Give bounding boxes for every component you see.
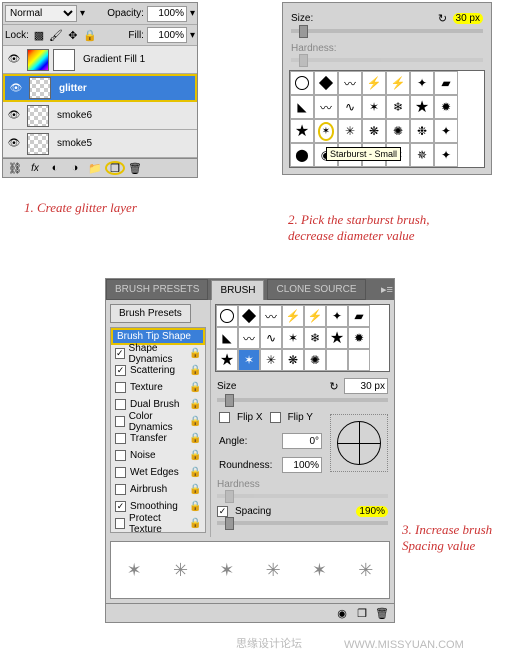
tab-brush[interactable]: BRUSH [211, 280, 264, 300]
round-label: Roundness: [219, 460, 279, 471]
layer-thumb [27, 133, 49, 155]
eye-icon[interactable]: 👁 [3, 54, 25, 65]
opt-scattering[interactable]: ✓Scattering🔒 [111, 362, 205, 379]
watermark: 思缘设计论坛 [236, 635, 302, 651]
menu-icon[interactable]: ▸≡ [380, 283, 394, 297]
layer-thumb [29, 77, 51, 99]
anno-3: 3. Increase brush Spacing value [402, 522, 492, 554]
lock-trans-icon[interactable]: ▩ [32, 28, 46, 42]
layer-row[interactable]: 👁 smoke5 [3, 130, 197, 158]
angle-widget[interactable] [330, 414, 388, 472]
layer-name: glitter [59, 83, 87, 94]
spacing-value[interactable]: 190% [356, 506, 388, 517]
size-slider[interactable] [291, 29, 483, 33]
brush-preview: ✶✳✶✳✶✳ [110, 541, 390, 599]
tab-presets[interactable]: BRUSH PRESETS [106, 279, 208, 300]
hard-label: Hardness [217, 479, 260, 490]
watermark: WWW.MISSYUAN.COM [344, 639, 464, 651]
anno-1: 1. Create glitter layer [24, 200, 137, 216]
fill-label: Fill: [128, 30, 144, 41]
layer-name: smoke6 [57, 110, 92, 121]
spacing-cb[interactable]: ✓ [217, 506, 228, 517]
layer-thumb [27, 105, 49, 127]
layer-row[interactable]: 👁 smoke6 [3, 102, 197, 130]
size-label: Size [217, 381, 236, 392]
hardness-label: Hardness: [291, 43, 337, 54]
trash-icon[interactable]: 🗑 [125, 161, 145, 175]
round-input[interactable] [282, 457, 322, 473]
layer-name: smoke5 [57, 138, 92, 149]
eye-icon[interactable]: 👁 [3, 138, 25, 149]
brush-tooltip: Starburst - Small [326, 147, 401, 161]
opacity-label: Opacity: [107, 8, 144, 19]
opt-wet[interactable]: Wet Edges🔒 [111, 464, 205, 481]
spacing-label: Spacing [235, 506, 271, 517]
new-icon[interactable]: ❐ [352, 606, 372, 620]
hardness-slider [291, 58, 483, 62]
size-slider[interactable] [217, 398, 388, 402]
angle-label: Angle: [219, 436, 279, 447]
size-value[interactable]: 30 px [453, 13, 483, 24]
reset-icon[interactable]: ↻ [327, 379, 341, 393]
toggle-icon[interactable]: ◉ [332, 606, 352, 620]
anno-2: 2. Pick the starburst brush, decrease di… [288, 212, 430, 244]
opt-transfer[interactable]: Transfer🔒 [111, 430, 205, 447]
eye-icon[interactable]: 👁 [3, 110, 25, 121]
layer-thumb [27, 49, 49, 71]
flipx-cb[interactable] [219, 412, 230, 423]
trash-icon[interactable]: 🗑 [372, 606, 392, 620]
opt-airbrush[interactable]: Airbrush🔒 [111, 481, 205, 498]
size-label: Size: [291, 13, 313, 24]
new-layer-icon[interactable]: ❐ [105, 161, 125, 175]
lock-label: Lock: [5, 30, 29, 41]
opt-color[interactable]: Color Dynamics🔒 [111, 413, 205, 430]
link-icon[interactable]: ⛓ [5, 161, 25, 175]
brush-presets-btn[interactable]: Brush Presets [110, 304, 191, 323]
brush-grid[interactable]: 〰⚡⚡✦▰ ◣〰∿✶❄★✹ ★✶✳❋✺ [215, 304, 390, 372]
folder-icon[interactable]: 📁 [85, 161, 105, 175]
fill-input[interactable] [147, 27, 187, 43]
mask-icon[interactable]: ◐ [45, 161, 65, 175]
layer-row[interactable]: 👁 Gradient Fill 1 [3, 46, 197, 74]
lock-all-icon[interactable]: 🔒 [83, 28, 97, 42]
spacing-slider[interactable] [217, 521, 388, 525]
lock-move-icon[interactable]: ✥ [66, 28, 80, 42]
angle-input[interactable] [282, 433, 322, 449]
layer-mask [53, 49, 75, 71]
down-icon: ▾ [190, 30, 195, 41]
brush-options-list: Brush Tip Shape ✓Shape Dynamics🔒 ✓Scatte… [110, 327, 206, 533]
eye-icon[interactable]: 👁 [5, 83, 27, 94]
tab-clone[interactable]: CLONE SOURCE [267, 279, 365, 300]
brush-grid[interactable]: 〰⚡⚡✦▰ ◣〰∿✶❄★✹ ★✶✳❋✺❉✦ ⬤◉✱✷✶✵✦ Starburst … [289, 70, 485, 168]
opt-shape-dyn[interactable]: ✓Shape Dynamics🔒 [111, 345, 205, 362]
opacity-input[interactable] [147, 6, 187, 22]
layer-name: Gradient Fill 1 [83, 54, 145, 65]
adj-icon[interactable]: ◑ [65, 161, 85, 175]
opt-texture[interactable]: Texture🔒 [111, 379, 205, 396]
flipy-cb[interactable] [270, 412, 281, 423]
layer-row[interactable]: 👁 glitter [3, 74, 197, 102]
down-icon: ▾ [190, 8, 195, 19]
fx-icon[interactable]: fx [25, 161, 45, 175]
hard-slider [217, 494, 388, 498]
opt-noise[interactable]: Noise🔒 [111, 447, 205, 464]
opt-protect[interactable]: Protect Texture🔒 [111, 515, 205, 532]
down-icon: ▾ [80, 8, 85, 19]
lock-paint-icon[interactable]: 🖌 [49, 28, 63, 42]
blend-mode-select[interactable]: Normal [5, 5, 77, 22]
size-input[interactable] [344, 378, 388, 394]
reset-icon[interactable]: ↻ [436, 11, 450, 25]
